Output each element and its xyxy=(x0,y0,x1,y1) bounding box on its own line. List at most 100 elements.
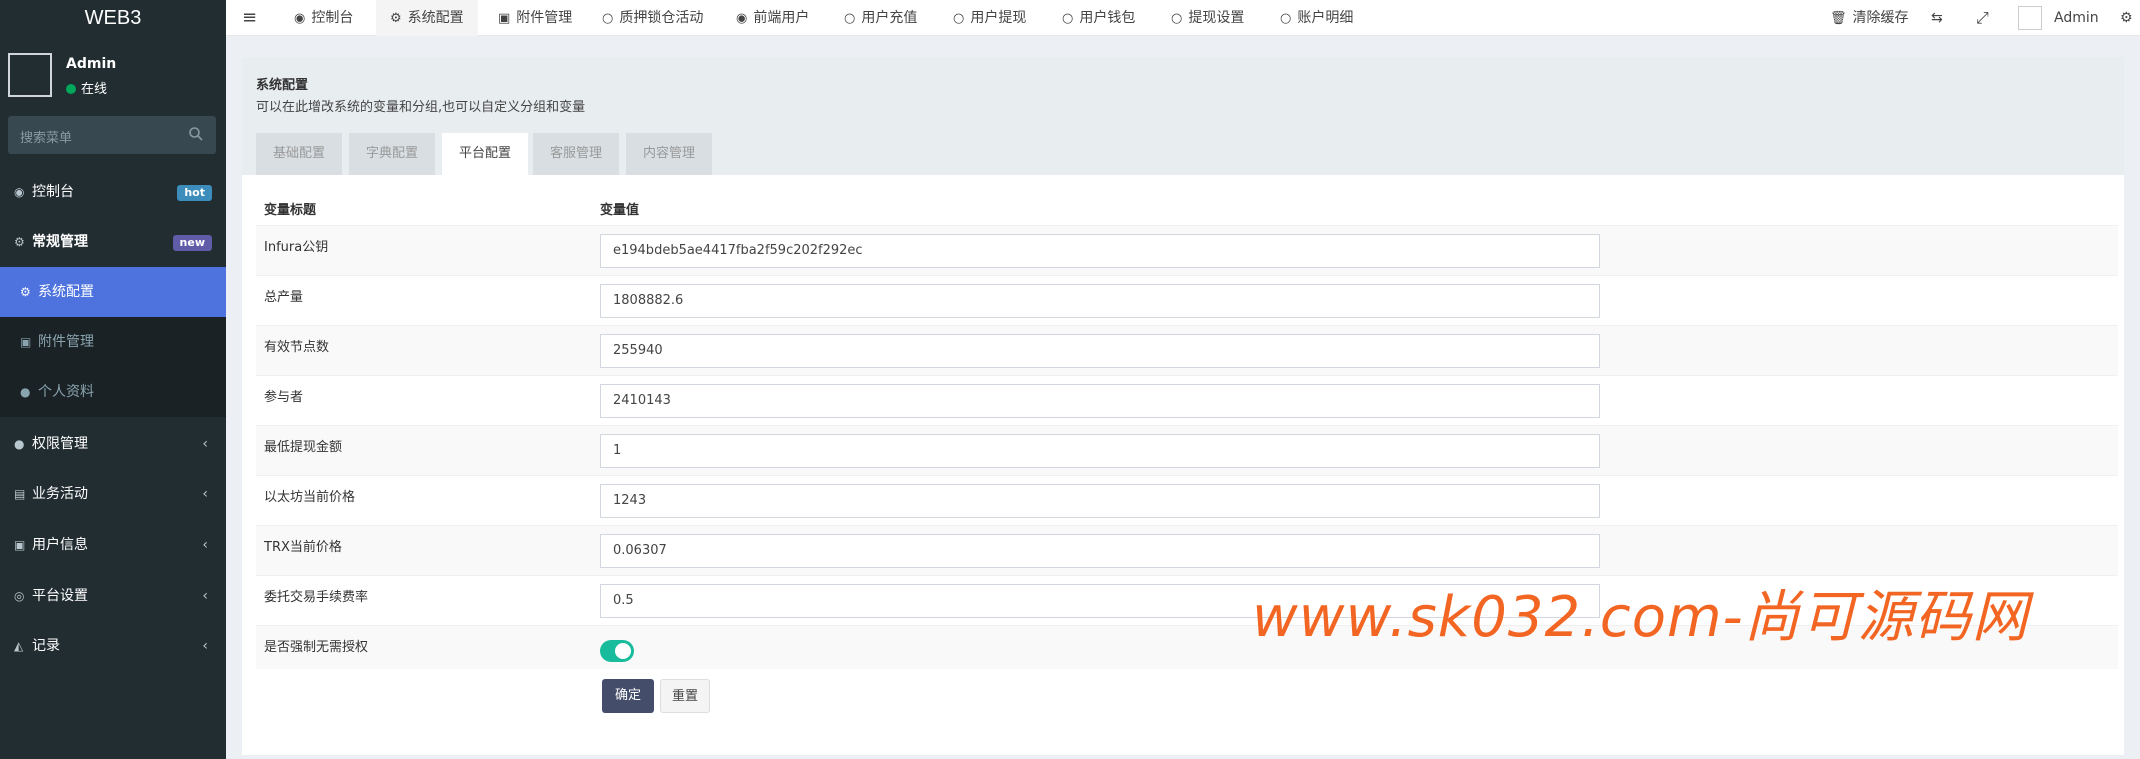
tab-dashboard[interactable]: ◉ 控制台 xyxy=(284,0,363,36)
row-label: TRX当前价格 xyxy=(264,540,342,555)
participants-field[interactable]: 2410143 xyxy=(600,384,1600,418)
row-label: 有效节点数 xyxy=(264,340,330,355)
user-status: 在线 xyxy=(66,78,107,97)
eth-price-field[interactable]: 1243 xyxy=(600,484,1600,518)
tab-basic-config[interactable]: 基础配置 xyxy=(256,133,342,175)
table-row: 以太坊当前价格 1243 xyxy=(256,475,2118,525)
reset-button[interactable]: 重置 xyxy=(660,679,710,713)
sidebar-item-business[interactable]: ▤ 业务活动 ‹ xyxy=(0,469,226,519)
tab-recharge[interactable]: ○ 用户充值 xyxy=(834,0,927,36)
row-label: 参与者 xyxy=(264,390,304,405)
tab-label: 质押锁仓活动 xyxy=(619,10,704,26)
fullscreen-icon[interactable]: ⤢ xyxy=(1976,0,1989,36)
new-badge: new xyxy=(172,235,212,251)
toggle-knob xyxy=(615,643,631,659)
circle-gear-icon: ◎ xyxy=(14,589,25,603)
sidebar-search[interactable]: 搜索菜单 xyxy=(8,116,216,154)
infura-key-field[interactable]: e194bdeb5ae4417fba2f59c202f292ec xyxy=(600,234,1600,268)
sidebar-item-label: 系统配置 xyxy=(38,284,94,300)
sidebar-item-label: 权限管理 xyxy=(32,436,88,452)
sidebar-item-profile[interactable]: ● 个人资料 xyxy=(0,367,226,417)
tab-staking[interactable]: ○ 质押锁仓活动 xyxy=(592,0,713,36)
sidebar-item-attachments[interactable]: ▣ 附件管理 xyxy=(0,317,226,367)
sidebar-item-label: 控制台 xyxy=(32,184,74,200)
table-row: Infura公钥 e194bdeb5ae4417fba2f59c202f292e… xyxy=(256,225,2118,275)
confirm-button[interactable]: 确定 xyxy=(602,679,654,713)
file-image-icon: ▣ xyxy=(498,11,511,26)
admin-menu[interactable]: Admin xyxy=(2018,0,2099,36)
tab-label: 账户明细 xyxy=(1297,10,1354,26)
total-output-field[interactable]: 1808882.6 xyxy=(600,284,1600,318)
avatar xyxy=(2018,6,2042,30)
tab-dictionary-config[interactable]: 字典配置 xyxy=(349,133,435,175)
sidebar-item-dashboard[interactable]: ◉ 控制台 hot xyxy=(0,167,226,217)
chevron-left-icon: ‹ xyxy=(202,436,208,452)
tab-account-details[interactable]: ○ 账户明细 xyxy=(1270,0,1363,36)
page-subtitle: 可以在此增改系统的变量和分组,也可以自定义分组和变量 xyxy=(256,100,586,115)
sidebar-item-general[interactable]: ⚙ 常规管理 new xyxy=(0,217,226,267)
sidebar-item-label: 记录 xyxy=(32,638,60,654)
sidebar-item-platform[interactable]: ◎ 平台设置 ‹ xyxy=(0,571,226,621)
chevron-left-icon: ‹ xyxy=(202,537,208,553)
row-label: 最低提现金额 xyxy=(264,440,343,455)
chevron-left-icon: ‹ xyxy=(202,638,208,654)
trx-price-field[interactable]: 0.06307 xyxy=(600,534,1600,568)
sidebar-item-permissions[interactable]: ● 权限管理 ‹ xyxy=(0,419,226,469)
tab-label: 控制台 xyxy=(311,10,354,26)
tab-platform-config[interactable]: 平台配置 xyxy=(442,133,528,175)
table-row: 总产量 1808882.6 xyxy=(256,275,2118,325)
min-withdraw-field[interactable]: 1 xyxy=(600,434,1600,468)
user-panel: Admin 在线 xyxy=(0,36,226,97)
tab-withdraw[interactable]: ○ 用户提现 xyxy=(943,0,1036,36)
admin-label: Admin xyxy=(2054,10,2099,26)
tab-frontend-users[interactable]: ◉ 前端用户 xyxy=(726,0,819,36)
cogs-icon: ⚙ xyxy=(14,235,25,249)
tab-customer-service[interactable]: 客服管理 xyxy=(533,133,619,175)
online-dot-icon xyxy=(66,84,76,94)
search-input[interactable]: 搜索菜单 xyxy=(20,127,72,146)
tab-attachments[interactable]: ▣ 附件管理 xyxy=(488,0,582,36)
sidebar-item-user-info[interactable]: ▣ 用户信息 ‹ xyxy=(0,520,226,570)
valid-nodes-field[interactable]: 255940 xyxy=(600,334,1600,368)
address-book-icon: ▣ xyxy=(14,538,26,552)
table-row: 最低提现金额 1 xyxy=(256,425,2118,475)
chevron-left-icon: ‹ xyxy=(202,588,208,604)
sidebar: WEB3 Admin 在线 搜索菜单 ◉ 控制台 hot ⚙ 常规管理 new ⚙ 系统配… xyxy=(0,0,226,759)
tab-withdraw-settings[interactable]: ○ 提现设置 xyxy=(1161,0,1254,36)
tab-label: 用户提现 xyxy=(970,10,1027,26)
sidebar-item-label: 附件管理 xyxy=(38,334,94,350)
app-logo[interactable]: WEB3 xyxy=(0,0,226,36)
cogs-icon[interactable]: ⚙ xyxy=(2120,0,2133,36)
dashboard-icon: ◉ xyxy=(294,11,306,26)
column-value: 变量值 xyxy=(600,203,640,218)
tab-wallet[interactable]: ○ 用户钱包 xyxy=(1052,0,1145,36)
tab-label: 提现设置 xyxy=(1188,10,1245,26)
tab-system-config[interactable]: ⚙ 系统配置 xyxy=(376,0,478,36)
search-icon[interactable] xyxy=(188,126,204,142)
sidebar-item-label: 平台设置 xyxy=(32,588,88,604)
tab-label: 前端用户 xyxy=(753,10,810,26)
table-row: TRX当前价格 0.06307 xyxy=(256,525,2118,575)
tab-label: 用户充值 xyxy=(861,10,918,26)
topbar: ≡ ◉ 控制台 ⚙ 系统配置 ▣ 附件管理 ○ 质押锁仓活动 ◉ 前端用户 ○ 用户充值 ○… xyxy=(226,0,2140,36)
language-icon[interactable]: ⇆ xyxy=(1931,0,1943,36)
menu-toggle-icon[interactable]: ≡ xyxy=(242,0,257,36)
sidebar-item-records[interactable]: ◭ 记录 ‹ xyxy=(0,621,226,671)
force-no-auth-toggle[interactable] xyxy=(600,640,634,662)
sidebar-item-label: 个人资料 xyxy=(38,384,94,400)
sidebar-item-label: 业务活动 xyxy=(32,486,88,502)
gear-icon: ⚙ xyxy=(20,285,31,299)
row-label: 委托交易手续费率 xyxy=(264,590,369,605)
sidebar-item-system-config[interactable]: ⚙ 系统配置 xyxy=(0,267,226,317)
circle-icon: ○ xyxy=(1062,11,1074,26)
clear-cache-label: 清除缓存 xyxy=(1852,10,1909,26)
sidebar-item-label: 常规管理 xyxy=(32,234,88,250)
tab-label: 用户钱包 xyxy=(1079,10,1136,26)
area-chart-icon: ◭ xyxy=(14,639,24,653)
tab-content-management[interactable]: 内容管理 xyxy=(626,133,712,175)
watermark: www.sk032.com-尚可源码网 xyxy=(1252,585,2029,650)
panel-header: 系统配置 可以在此增改系统的变量和分组,也可以自定义分组和变量 基础配置 字典配… xyxy=(242,57,2124,175)
row-label: 以太坊当前价格 xyxy=(264,490,356,505)
tab-label: 系统配置 xyxy=(407,10,464,26)
clear-cache-button[interactable]: 🗑 清除缓存 xyxy=(1830,0,1909,36)
